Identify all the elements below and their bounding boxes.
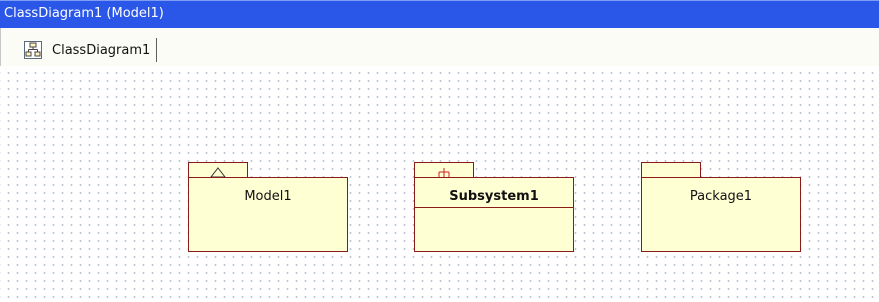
package-tab	[188, 162, 248, 178]
package-body: Subsystem1	[414, 177, 574, 252]
package-tab	[414, 162, 474, 178]
window-title-bar: ClassDiagram1 (Model1)	[0, 0, 879, 28]
compartment-divider	[415, 207, 573, 208]
package-name: Model1	[244, 189, 292, 204]
diagram-canvas[interactable]: Model1 Subsystem1 Package1	[0, 66, 879, 302]
tab-class-diagram[interactable]: ClassDiagram1	[21, 38, 158, 62]
package-name: Package1	[689, 189, 753, 204]
window-title: ClassDiagram1 (Model1)	[4, 6, 164, 21]
tab-label: ClassDiagram1	[52, 42, 151, 58]
package-tab	[641, 162, 701, 178]
class-diagram-icon	[24, 41, 42, 59]
package-model1[interactable]: Model1	[188, 162, 348, 253]
package-body: Package1	[641, 177, 801, 252]
tab-bar: ClassDiagram1	[0, 28, 879, 66]
package-body: Model1	[188, 177, 348, 252]
package-subsystem1[interactable]: Subsystem1	[414, 162, 574, 253]
package-package1[interactable]: Package1	[641, 162, 801, 253]
package-name: Subsystem1	[449, 189, 539, 204]
